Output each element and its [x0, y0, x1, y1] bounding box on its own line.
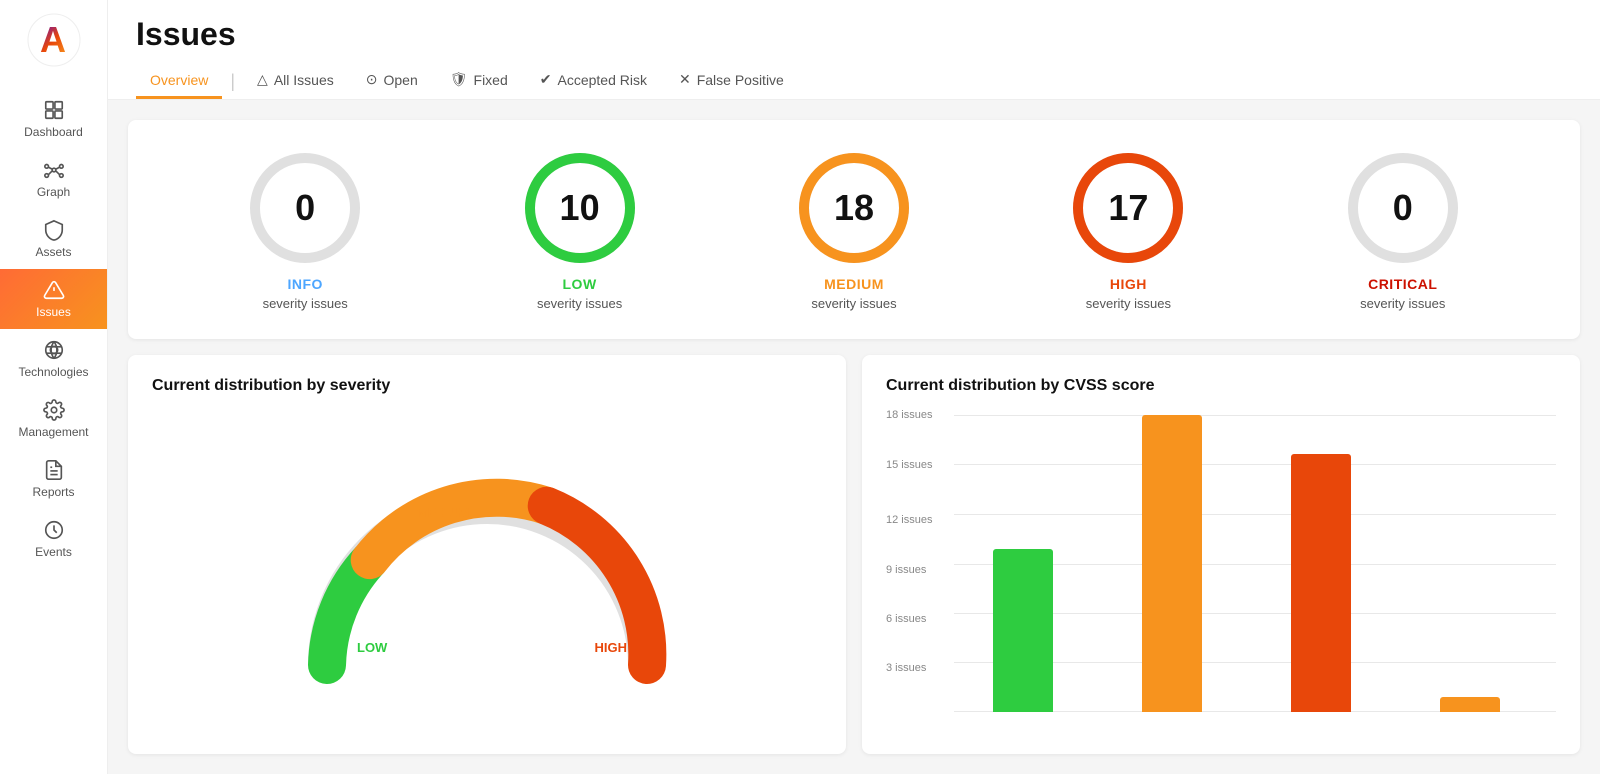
tab-open[interactable]: ⊙ Open	[352, 63, 432, 99]
y-label-9: 9 issues	[886, 564, 926, 576]
sidebar-item-assets[interactable]: Assets	[0, 209, 107, 269]
sidebar-item-graph[interactable]: Graph	[0, 149, 107, 209]
info-sub: severity issues	[263, 296, 348, 311]
severity-info[interactable]: 0 INFO severity issues	[245, 148, 365, 311]
main-content: Issues Overview | △ All Issues ⊙ Open 🛡 …	[108, 0, 1600, 774]
tab-fixed[interactable]: 🛡 Fixed	[436, 63, 522, 99]
shield-check-icon: 🛡	[450, 71, 468, 88]
medium-circle: 18	[794, 148, 914, 268]
y-label-18: 18 issues	[886, 409, 932, 421]
sidebar-item-events[interactable]: Events	[0, 509, 107, 569]
semi-donut-chart: LOW MEDIUM HIGH	[297, 465, 677, 685]
severity-high[interactable]: 17 HIGH severity issues	[1068, 148, 1188, 311]
charts-row: Current distribution by severity	[128, 355, 1580, 754]
severity-low[interactable]: 10 LOW severity issues	[520, 148, 640, 311]
y-label-3: 3 issues	[886, 662, 926, 674]
y-label-6: 6 issues	[886, 613, 926, 625]
tab-all-issues[interactable]: △ All Issues	[243, 63, 348, 99]
tab-false-positive[interactable]: ✕ False Positive	[665, 63, 798, 99]
medium-segment-label: MEDIUM	[417, 505, 470, 520]
content-area: 0 INFO severity issues 10 LOW severity i…	[108, 100, 1600, 774]
medium-sub: severity issues	[811, 296, 896, 311]
severity-dist-card: Current distribution by severity	[128, 355, 846, 754]
app-logo[interactable]: A	[26, 12, 82, 73]
info-count: 0	[295, 187, 315, 229]
cvss-dist-card: Current distribution by CVSS score 18 is…	[862, 355, 1580, 754]
y-label-12: 12 issues	[886, 514, 932, 526]
severity-dist-body: LOW MEDIUM HIGH	[152, 407, 822, 732]
shield-ok-icon: ✔	[540, 71, 552, 88]
cross-icon: ✕	[679, 71, 691, 88]
y-label-15: 15 issues	[886, 459, 932, 471]
critical-label: CRITICAL	[1368, 276, 1437, 292]
info-label: INFO	[287, 276, 322, 292]
low-count: 10	[560, 187, 600, 229]
tab-overview[interactable]: Overview	[136, 64, 222, 99]
shield-icon: ⊙	[366, 71, 378, 88]
high-count: 17	[1108, 187, 1148, 229]
low-segment-label: LOW	[357, 640, 387, 655]
tab-divider: |	[230, 71, 235, 92]
svg-text:A: A	[40, 19, 66, 60]
sidebar: A Dashboard Graph Assets	[0, 0, 108, 774]
bar-darkorange	[1291, 454, 1351, 712]
bar-green	[993, 549, 1053, 712]
cvss-dist-title: Current distribution by CVSS score	[886, 377, 1556, 395]
page-header: Issues Overview | △ All Issues ⊙ Open 🛡 …	[108, 0, 1600, 100]
tab-bar: Overview | △ All Issues ⊙ Open 🛡 Fixed ✔…	[136, 63, 1572, 99]
warning-icon: △	[257, 71, 268, 88]
severity-summary-card: 0 INFO severity issues 10 LOW severity i…	[128, 120, 1580, 339]
sidebar-item-reports[interactable]: Reports	[0, 449, 107, 509]
info-circle: 0	[245, 148, 365, 268]
low-circle: 10	[520, 148, 640, 268]
bar-orange-1	[1142, 415, 1202, 712]
tab-accepted-risk[interactable]: ✔ Accepted Risk	[526, 63, 661, 99]
high-sub: severity issues	[1086, 296, 1171, 311]
sidebar-item-management[interactable]: Management	[0, 389, 107, 449]
bar-orange-2	[1440, 697, 1500, 712]
low-sub: severity issues	[537, 296, 622, 311]
critical-sub: severity issues	[1360, 296, 1445, 311]
high-circle: 17	[1068, 148, 1188, 268]
high-label: HIGH	[1110, 276, 1147, 292]
sidebar-item-issues[interactable]: Issues	[0, 269, 107, 329]
sidebar-item-dashboard[interactable]: Dashboard	[0, 89, 107, 149]
high-segment-label: HIGH	[595, 640, 628, 655]
severity-medium[interactable]: 18 MEDIUM severity issues	[794, 148, 914, 311]
cvss-dist-body: 18 issues 15 issues 12 issues	[886, 407, 1556, 732]
severity-dist-title: Current distribution by severity	[152, 377, 822, 395]
critical-circle: 0	[1343, 148, 1463, 268]
page-title: Issues	[136, 16, 1572, 53]
sidebar-item-technologies[interactable]: Technologies	[0, 329, 107, 389]
critical-count: 0	[1393, 187, 1413, 229]
severity-critical[interactable]: 0 CRITICAL severity issues	[1343, 148, 1463, 311]
medium-count: 18	[834, 187, 874, 229]
low-label: LOW	[563, 276, 597, 292]
medium-label: MEDIUM	[824, 276, 884, 292]
